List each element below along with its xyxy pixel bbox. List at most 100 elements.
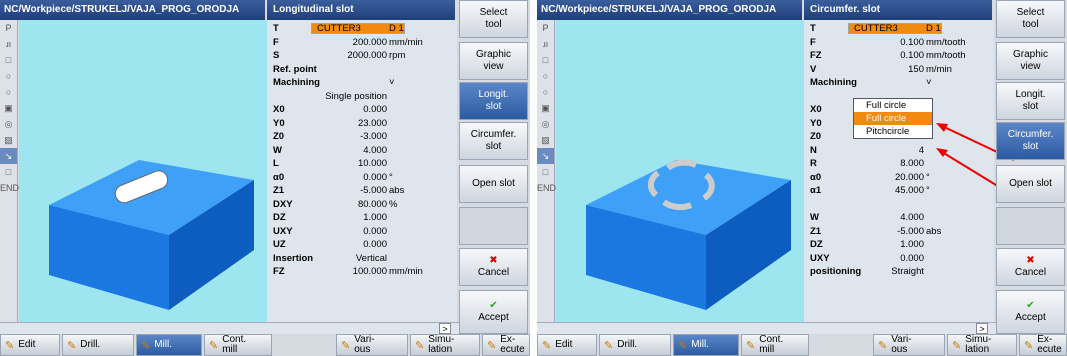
sidebar-tool[interactable]: P xyxy=(537,20,554,36)
dropdown-option[interactable]: Full circle xyxy=(854,99,932,112)
sidebar-tool[interactable]: □ xyxy=(0,164,17,180)
menu-drill-button[interactable]: ✎ Drill. xyxy=(62,334,134,356)
softkey[interactable]: Longit. slot xyxy=(459,82,528,120)
param-row[interactable]: FZ 100.000 mm/min xyxy=(267,266,457,277)
param-value[interactable]: 4 xyxy=(919,145,924,156)
param-value[interactable]: -3.000 xyxy=(360,131,387,142)
softkey[interactable]: Longit. slot xyxy=(996,82,1065,120)
param-value[interactable]: 1.000 xyxy=(363,212,387,223)
scroll-bar[interactable]: > xyxy=(0,322,459,334)
softkey[interactable] xyxy=(996,207,1065,245)
dropdown-option[interactable]: Pitchcircle xyxy=(854,125,932,138)
param-row[interactable]: Z1 -5.000 abs xyxy=(267,185,457,196)
sidebar-tool[interactable]: ◎ xyxy=(537,116,554,132)
softkey[interactable]: ✔ Accept xyxy=(459,290,528,334)
param-row[interactable]: α0 0.000 ° xyxy=(267,172,457,183)
softkey[interactable]: Circumfer. slot xyxy=(459,122,528,160)
sidebar-tool[interactable]: ○ xyxy=(537,68,554,84)
param-row[interactable]: Z1 -5.000 abs xyxy=(804,226,994,237)
param-value[interactable]: 1.000 xyxy=(900,239,924,250)
sidebar-tool[interactable]: END xyxy=(0,180,19,196)
param-value[interactable]: Vertical xyxy=(356,253,387,264)
menu-cont-button[interactable]: ✎ Cont. mill xyxy=(204,334,272,356)
param-value[interactable]: 8.000 xyxy=(900,158,924,169)
softkey[interactable]: Graphic view xyxy=(996,42,1065,80)
softkey[interactable]: ✔ Accept xyxy=(996,290,1065,334)
param-value[interactable]: 0.000 xyxy=(363,226,387,237)
param-row[interactable]: W 4.000 xyxy=(804,212,994,223)
param-row[interactable]: DZ 1.000 xyxy=(804,239,994,250)
sidebar-tool[interactable]: □ xyxy=(0,52,17,68)
param-value[interactable]: 45.000 xyxy=(895,185,924,196)
menu-vari-button[interactable]: ✎ Vari-ous xyxy=(873,334,945,356)
menu-vari-button[interactable]: ✎ Vari-ous xyxy=(336,334,408,356)
param-row[interactable]: W 4.000 xyxy=(267,145,457,156)
param-row[interactable]: F 0.100 mm/tooth xyxy=(804,37,994,48)
param-value[interactable]: -5.000 xyxy=(897,226,924,237)
sidebar-tool[interactable]: □ xyxy=(537,52,554,68)
sidebar-tool[interactable]: ◎ xyxy=(0,116,17,132)
param-row[interactable]: DXY 80.000% xyxy=(267,199,457,210)
param-value[interactable]: 2000.000 xyxy=(347,50,387,61)
sidebar-tool[interactable]: P xyxy=(0,20,17,36)
sidebar-tool[interactable]: END xyxy=(537,180,556,196)
param-row[interactable]: Y0 23.000 xyxy=(267,118,457,129)
scroll-right-button[interactable]: > xyxy=(976,323,988,334)
param-row[interactable]: S 2000.000 rpm xyxy=(267,50,457,61)
sidebar-tool[interactable]: ▧ xyxy=(0,132,17,148)
param-row[interactable]: T CUTTER3 D 1 xyxy=(267,23,457,34)
menu-edit-button[interactable]: ✎ Edit xyxy=(0,334,60,356)
param-row[interactable]: FZ 0.100 mm/tooth xyxy=(804,50,994,61)
param-row[interactable]: T CUTTER3 D 1 xyxy=(804,23,994,34)
softkey[interactable]: Select tool xyxy=(996,0,1065,38)
param-value[interactable]: Single position xyxy=(325,91,387,102)
sidebar-tool[interactable]: ɹı xyxy=(0,36,17,52)
sidebar-tool[interactable]: □ xyxy=(537,164,554,180)
softkey[interactable]: Circumfer. slot xyxy=(996,122,1065,160)
param-value[interactable]: 4.000 xyxy=(363,145,387,156)
param-row[interactable] xyxy=(804,199,994,210)
menu-mill-button[interactable]: ✎ Mill. xyxy=(673,334,739,356)
param-row[interactable]: Single position xyxy=(267,91,457,102)
param-row[interactable]: UZ 0.000 xyxy=(267,239,457,250)
param-row[interactable]: UXY 0.000 xyxy=(267,226,457,237)
param-value[interactable]: 100.000 xyxy=(353,266,387,277)
sidebar-tool[interactable]: ↘ xyxy=(537,148,554,164)
param-value[interactable]: 0.000 xyxy=(900,253,924,264)
param-row[interactable]: positioning Straight xyxy=(804,266,994,277)
param-row[interactable]: UXY 0.000 xyxy=(804,253,994,264)
menu-exec-button[interactable]: ✎ Ex-ecute xyxy=(1019,334,1067,356)
menu-simu-button[interactable]: ✎ Simu-lation xyxy=(947,334,1017,356)
sidebar-tool[interactable]: ▧ xyxy=(537,132,554,148)
param-row[interactable]: DZ 1.000 xyxy=(267,212,457,223)
softkey[interactable]: ✖ Cancel xyxy=(459,248,528,286)
softkey[interactable] xyxy=(459,207,528,245)
param-value[interactable]: 200.000 xyxy=(353,37,387,48)
scroll-bar[interactable]: > xyxy=(537,322,996,334)
menu-mill-button[interactable]: ✎ Mill. xyxy=(136,334,202,356)
param-value[interactable]: 0.000 xyxy=(363,104,387,115)
menu-simu-button[interactable]: ✎ Simu-lation xyxy=(410,334,480,356)
param-value[interactable]: CUTTER3 xyxy=(854,23,898,34)
param-row[interactable]: L 10.000 xyxy=(267,158,457,169)
param-row[interactable]: Ref. point xyxy=(267,64,457,75)
softkey[interactable]: ✖ Cancel xyxy=(996,248,1065,286)
softkey[interactable]: Select tool xyxy=(459,0,528,38)
softkey[interactable]: Open slot xyxy=(459,165,528,203)
dropdown-option[interactable]: Full circle xyxy=(854,112,932,125)
param-value[interactable]: 4.000 xyxy=(900,212,924,223)
param-value[interactable]: 10.000 xyxy=(358,158,387,169)
param-value[interactable]: CUTTER3 xyxy=(317,23,361,34)
sidebar-tool[interactable]: ɹı xyxy=(537,36,554,52)
param-value[interactable]: 0.000 xyxy=(363,239,387,250)
sidebar-tool[interactable]: ▣ xyxy=(0,100,17,116)
sidebar-tool[interactable]: ↘ xyxy=(0,148,17,164)
param-row[interactable]: V 150 m/min xyxy=(804,64,994,75)
param-row[interactable]: Machining ˅ xyxy=(804,77,994,88)
param-value[interactable]: -5.000 xyxy=(360,185,387,196)
menu-exec-button[interactable]: ✎ Ex-ecute xyxy=(482,334,530,356)
param-value[interactable]: 23.000 xyxy=(358,118,387,129)
param-value[interactable]: Straight xyxy=(891,266,924,277)
menu-edit-button[interactable]: ✎ Edit xyxy=(537,334,597,356)
param-value[interactable]: 0.100 xyxy=(900,37,924,48)
